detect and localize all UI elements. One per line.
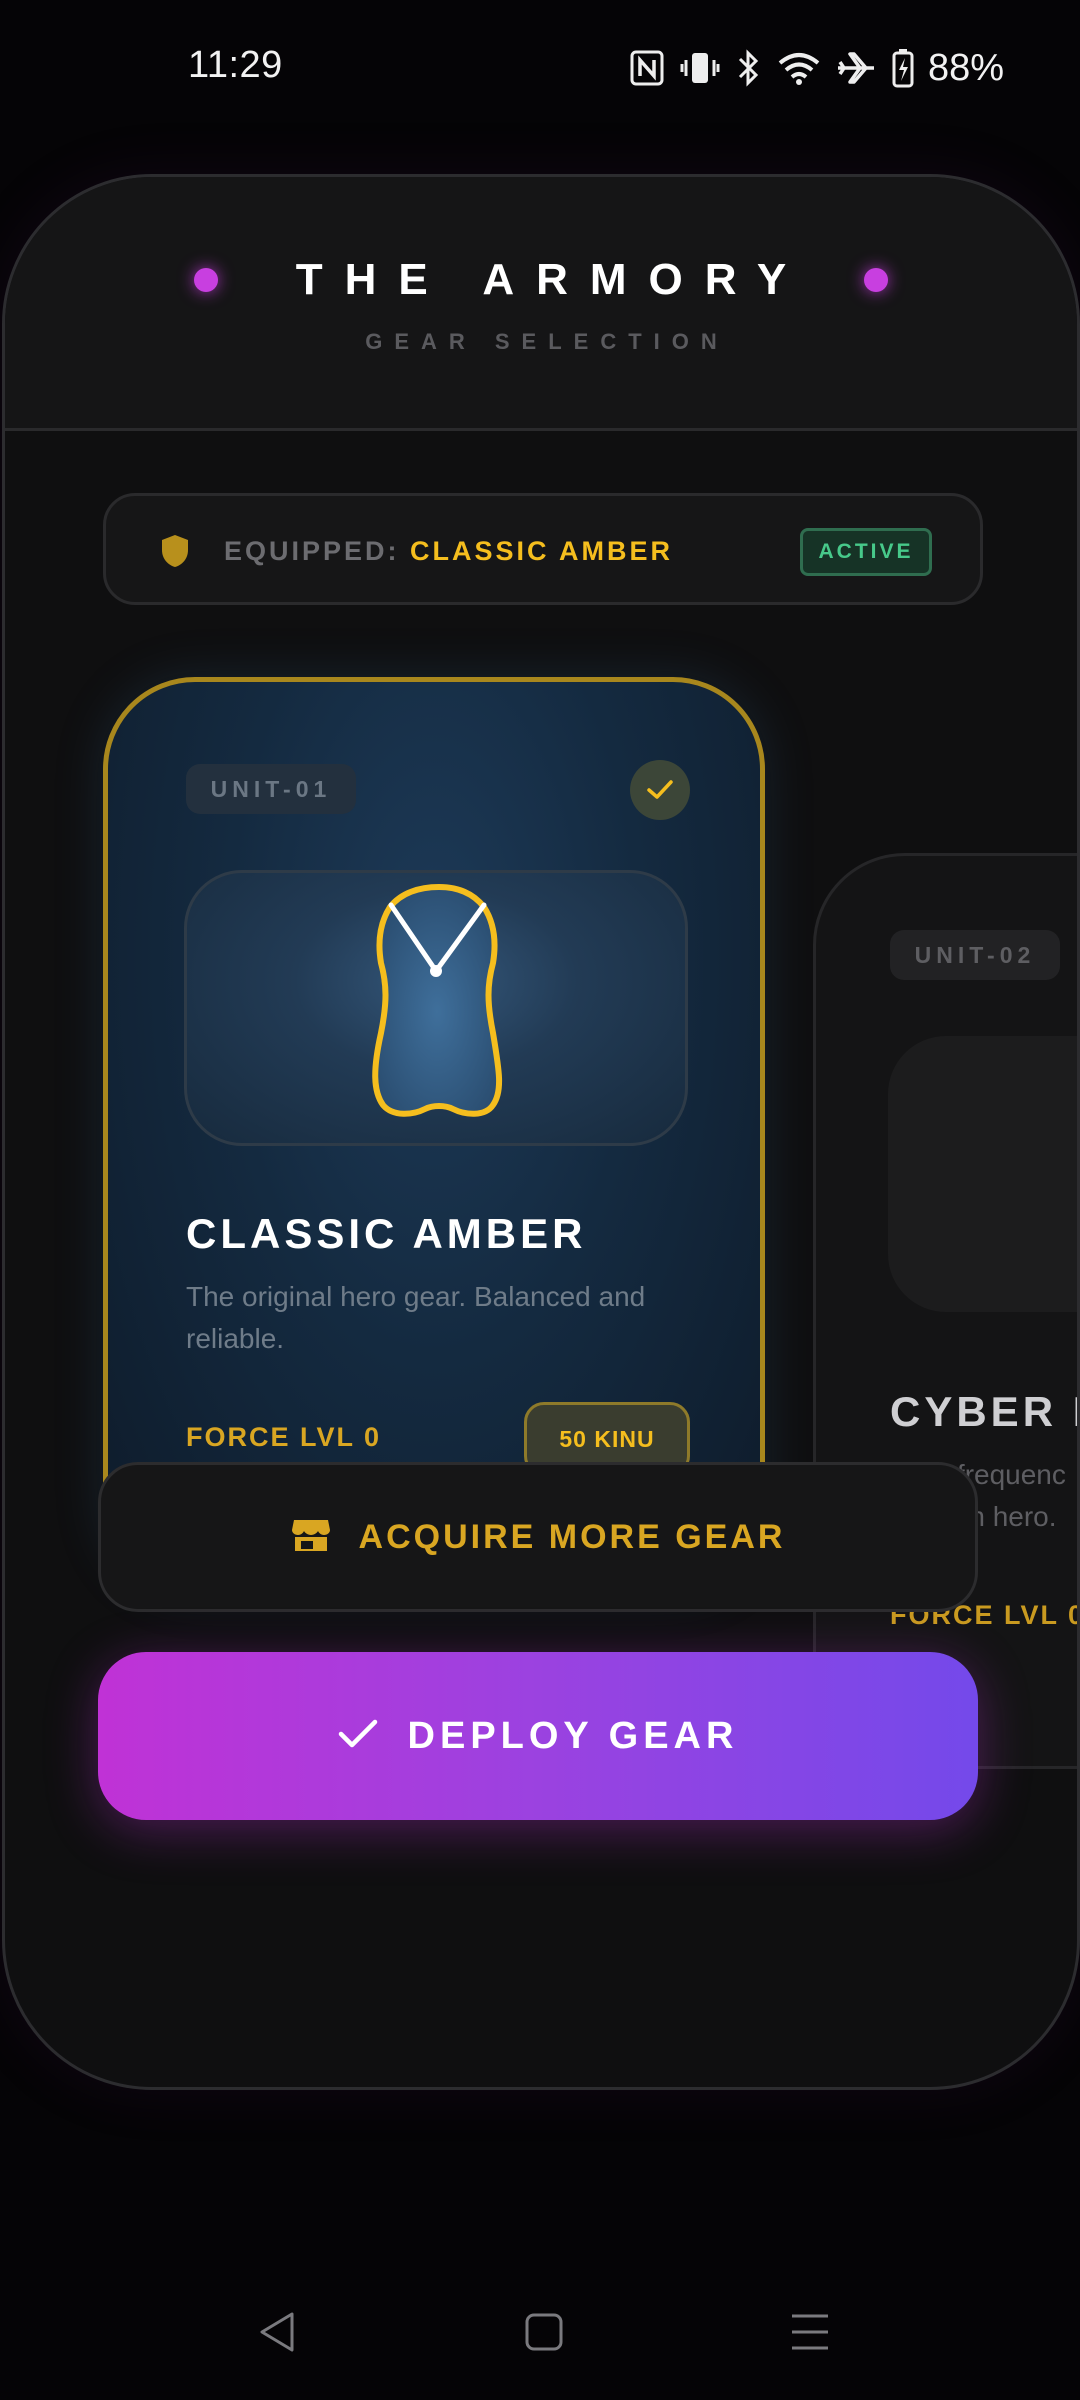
page-subtitle: GEAR SELECTION xyxy=(365,329,729,354)
panel-header: THE ARMORY GEAR SELECTION xyxy=(5,177,1077,431)
back-icon[interactable] xyxy=(258,2310,298,2359)
store-icon xyxy=(291,1517,331,1558)
card-title: CLASSIC AMBER xyxy=(186,1210,587,1257)
deploy-label: DEPLOY GEAR xyxy=(407,1714,739,1757)
home-icon[interactable] xyxy=(524,2310,564,2359)
page-title: THE ARMORY xyxy=(295,255,809,304)
bluetooth-icon xyxy=(736,49,762,87)
acquire-label: ACQUIRE MORE GEAR xyxy=(358,1517,786,1556)
deploy-gear-button[interactable]: DEPLOY GEAR xyxy=(98,1652,978,1820)
title-dot-right xyxy=(864,268,889,292)
unit-badge: UNIT-02 xyxy=(890,930,1060,980)
gear-cape-icon xyxy=(372,884,503,1117)
status-icons: 88% xyxy=(630,40,1004,96)
status-bar: 11:29 88% xyxy=(0,0,1080,136)
title-dot-left xyxy=(193,268,218,292)
equipped-label: EQUIPPED: CLASSIC AMBER xyxy=(224,536,673,567)
gear-card-classic-amber[interactable]: UNIT-01 CLASSIC AMBER The original hero … xyxy=(103,677,765,1593)
selected-check-icon xyxy=(630,760,690,820)
acquire-more-gear-button[interactable]: ACQUIRE MORE GEAR xyxy=(98,1462,978,1612)
menu-icon[interactable] xyxy=(790,2310,830,2359)
gear-preview xyxy=(888,1036,1077,1312)
system-nav-bar xyxy=(0,2290,1080,2380)
force-level: FORCE LVL 0 xyxy=(186,1422,382,1452)
status-badge: ACTIVE xyxy=(800,528,932,576)
equipped-gear-name: CLASSIC AMBER xyxy=(410,536,674,566)
battery-percent: 88% xyxy=(927,46,1004,89)
airplane-icon xyxy=(836,50,876,86)
check-icon xyxy=(338,1718,378,1755)
gear-preview xyxy=(184,870,688,1146)
equipped-prefix: EQUIPPED: xyxy=(224,536,400,566)
card-title: CYBER N xyxy=(890,1388,1077,1435)
gear-card-cyber[interactable]: UNIT-02 CYBER N High-frequenc modern her… xyxy=(813,853,1077,1769)
status-time: 11:29 xyxy=(188,44,283,86)
card-description: The original hero gear. Balanced and rel… xyxy=(186,1281,646,1354)
wifi-icon xyxy=(778,51,820,85)
title-row: THE ARMORY xyxy=(5,255,1077,305)
equipped-status-bar: EQUIPPED: CLASSIC AMBER ACTIVE xyxy=(103,493,983,605)
shield-icon xyxy=(160,533,190,574)
nfc-icon xyxy=(630,50,664,86)
vibrate-icon xyxy=(680,50,720,86)
battery-icon xyxy=(892,48,914,88)
unit-badge: UNIT-01 xyxy=(186,764,356,814)
